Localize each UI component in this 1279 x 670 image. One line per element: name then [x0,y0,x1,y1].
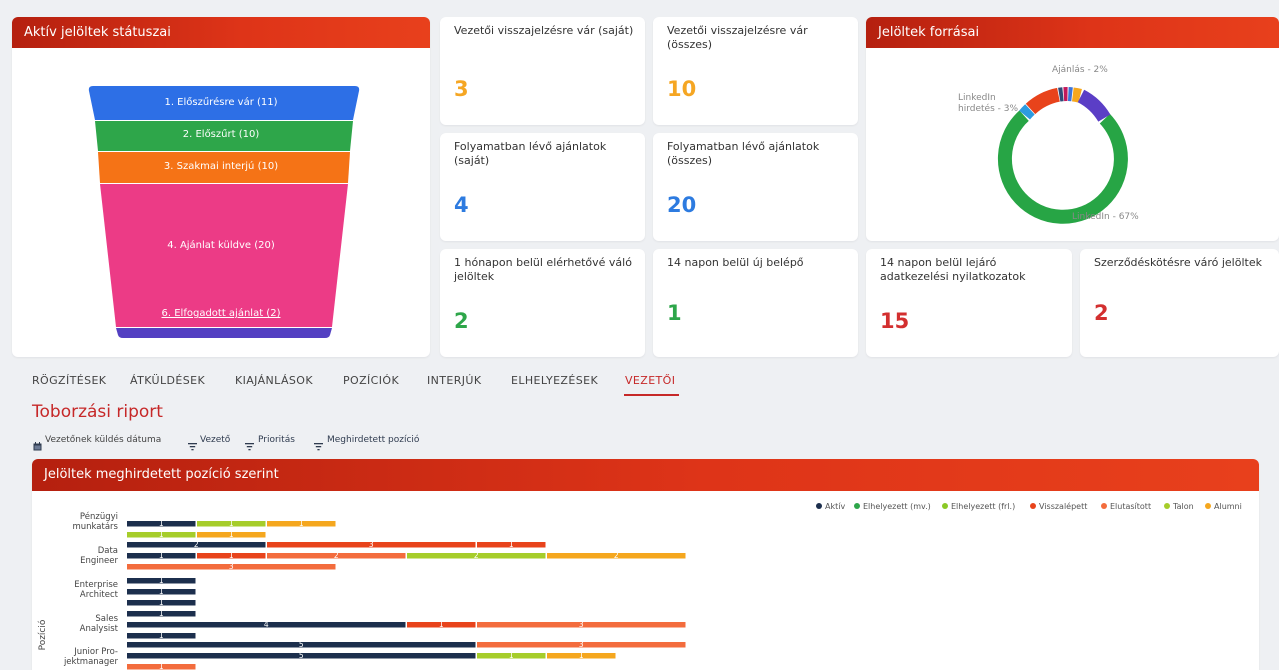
legend-dot [942,502,948,509]
kpi-label: 14 napon belül lejáró adatkezelési nyila… [880,256,1026,283]
funnel-label-6: 6. Elfogadott ajánlat (2) [161,308,281,319]
funnel-label-4: 4. Ajánlat küldve (20) [167,240,275,251]
kpi-card-own-feedback[interactable]: Vezetői visszajelzésre vár (saját) 3 [440,17,645,125]
position-chart-card: Jelöltek meghirdetett pozíció szerint [32,459,1259,670]
category-label-penzugyi: Pénzügyi munkatárs [8,512,118,532]
funnel-label-1: 1. Előszűrésre vár (11) [164,97,278,108]
legend-elutasitott[interactable]: Elutasított [1101,502,1151,511]
legend-alumni[interactable]: Alumni [1205,502,1242,511]
donut-segment-linkedin[interactable] [997,110,1128,224]
category-label-line: Engineer [80,556,118,566]
kpi-card-awaiting-contract[interactable]: Szerződéskötésre váró jelöltek 2 [1080,249,1279,357]
legend-dot [816,502,822,509]
tab-atkuldesek[interactable]: ÁTKÜLDÉSEK [130,374,205,387]
kpi-card-new-joiner[interactable]: 14 napon belül új belépő 1 [653,249,858,357]
kpi-value: 20 [667,193,697,217]
report-title: Toborzási riport [32,402,163,422]
label-linkedin-ad-2: hirdetés - 3% [958,104,1018,114]
kpi-value: 3 [454,77,469,101]
calendar-icon [33,436,42,455]
label-linkedin: LinkedIn - 67% [1072,212,1139,222]
legend-dot [1205,502,1211,509]
legend-talon[interactable]: Talon [1164,502,1194,511]
kpi-card-expiring-consents[interactable]: 14 napon belül lejáró adatkezelési nyila… [866,249,1072,357]
legend-label: Aktív [825,502,846,511]
category-label-line: munkatárs [72,522,118,532]
kpi-value: 15 [880,309,910,333]
tab-elhelyezesek[interactable]: ELHELYEZÉSEK [511,374,598,387]
kpi-label: 1 hónapon belül elérhetővé váló jelöltek [454,256,632,283]
legend-label: Alumni [1214,502,1242,511]
category-label-line: Architect [79,590,118,600]
kpi-card-all-offers[interactable]: Folyamatban lévő ajánlatok (összes) 20 [653,133,858,241]
filter-date[interactable]: Vezetőnek küldés dátuma [45,435,161,445]
candidate-sources-title: Jelöltek forrásai [866,17,1279,48]
kpi-value: 1 [667,301,682,325]
legend-dot [1101,502,1107,509]
kpi-value: 10 [667,77,697,101]
donut-segment-orange[interactable] [1071,87,1082,103]
category-label-line: Pénzügyi [79,512,118,522]
category-label-line: Enterprise [74,580,118,590]
category-label-data-engineer: Data Engineer [8,546,118,566]
kpi-label: Szerződéskötésre váró jelöltek [1094,256,1262,269]
legend-label: Elhelyezett (frl.) [951,502,1016,511]
category-label-line: Analysist [79,624,118,634]
category-label-sales: Sales Analysist [8,614,118,634]
tab-vezetoi[interactable]: VEZETŐI [625,374,675,387]
funnel-stage-4[interactable] [100,184,348,327]
kpi-label: Folyamatban lévő ajánlatok (összes) [667,140,820,167]
legend-label: Visszalépett [1039,502,1088,511]
filter-icon [245,436,254,455]
candidate-sources-card: Jelöltek forrásai Ajánlás - 2% LinkedIn … [866,17,1279,241]
category-label-junior: Junior Pro-jektmanager [8,647,118,667]
filter-manager[interactable]: Vezető [200,435,230,445]
tab-rogzitesek[interactable]: RÖGZÍTÉSEK [32,374,106,387]
legend-dot [1164,502,1170,509]
funnel-label-3: 3. Szakmai interjú (10) [163,161,279,172]
tab-kiajanlasok[interactable]: KIAJÁNLÁSOK [235,374,313,387]
kpi-value: 2 [1094,301,1109,325]
donut-segment-linkedin-ad[interactable] [1019,104,1035,120]
tab-poziciok[interactable]: POZÍCIÓK [343,374,399,387]
position-chart-title: Jelöltek meghirdetett pozíció szerint [32,459,1259,491]
candidate-status-card: Aktív jelöltek státuszai 1. Előszűrésre … [12,17,430,357]
category-label-line: Junior Pro- [74,647,118,657]
legend-label: Elutasított [1110,502,1152,511]
category-label-line: Sales [95,614,118,624]
kpi-label: Folyamatban lévő ajánlatok (saját) [454,140,607,167]
funnel-label-2: 2. Előszűrt (10) [182,129,260,140]
kpi-card-all-feedback[interactable]: Vezetői visszajelzésre vár (összes) 10 [653,17,858,125]
legend-elhelyezett-mv[interactable]: Elhelyezett (mv.) [854,502,931,511]
donut-segment-red[interactable] [1025,87,1061,115]
donut-segment-purple[interactable] [1077,89,1111,122]
category-label-line: jektmanager [63,657,118,667]
label-ajanlas: Ajánlás - 2% [1052,65,1108,75]
kpi-value: 4 [454,193,469,217]
kpi-value: 2 [454,309,469,333]
legend-elhelyezett-frl[interactable]: Elhelyezett (frl.) [942,502,1015,511]
filter-icon [314,436,323,455]
kpi-label: Vezetői visszajelzésre vár (összes) [667,24,808,51]
kpi-label: Vezetői visszajelzésre vár (saját) [454,24,634,37]
candidate-status-title: Aktív jelöltek státuszai [12,17,430,48]
legend-dot [854,502,860,509]
kpi-label: 14 napon belül új belépő [667,256,804,269]
kpi-card-own-offers[interactable]: Folyamatban lévő ajánlatok (saját) 4 [440,133,645,241]
funnel-stage-6[interactable] [116,328,332,338]
filter-priority[interactable]: Prioritás [258,435,295,445]
legend-label: Talon [1173,502,1194,511]
filter-icon [188,436,197,455]
category-label-enterprise: Enterprise Architect [8,580,118,600]
legend-aktiv[interactable]: Aktív [816,502,845,511]
kpi-card-available-month[interactable]: 1 hónapon belül elérhetővé váló jelöltek… [440,249,645,357]
tab-interjuk[interactable]: INTERJÚK [427,374,482,387]
legend-label: Elhelyezett (mv.) [863,502,931,511]
legend-dot [1030,502,1036,509]
tab-vezetoi-underline [624,394,679,396]
legend-visszalepett[interactable]: Visszalépett [1030,502,1087,511]
category-label-line: Data [97,546,118,556]
label-linkedin-ad-1: LinkedIn [958,93,996,103]
filter-position[interactable]: Meghirdetett pozíció [327,435,419,445]
